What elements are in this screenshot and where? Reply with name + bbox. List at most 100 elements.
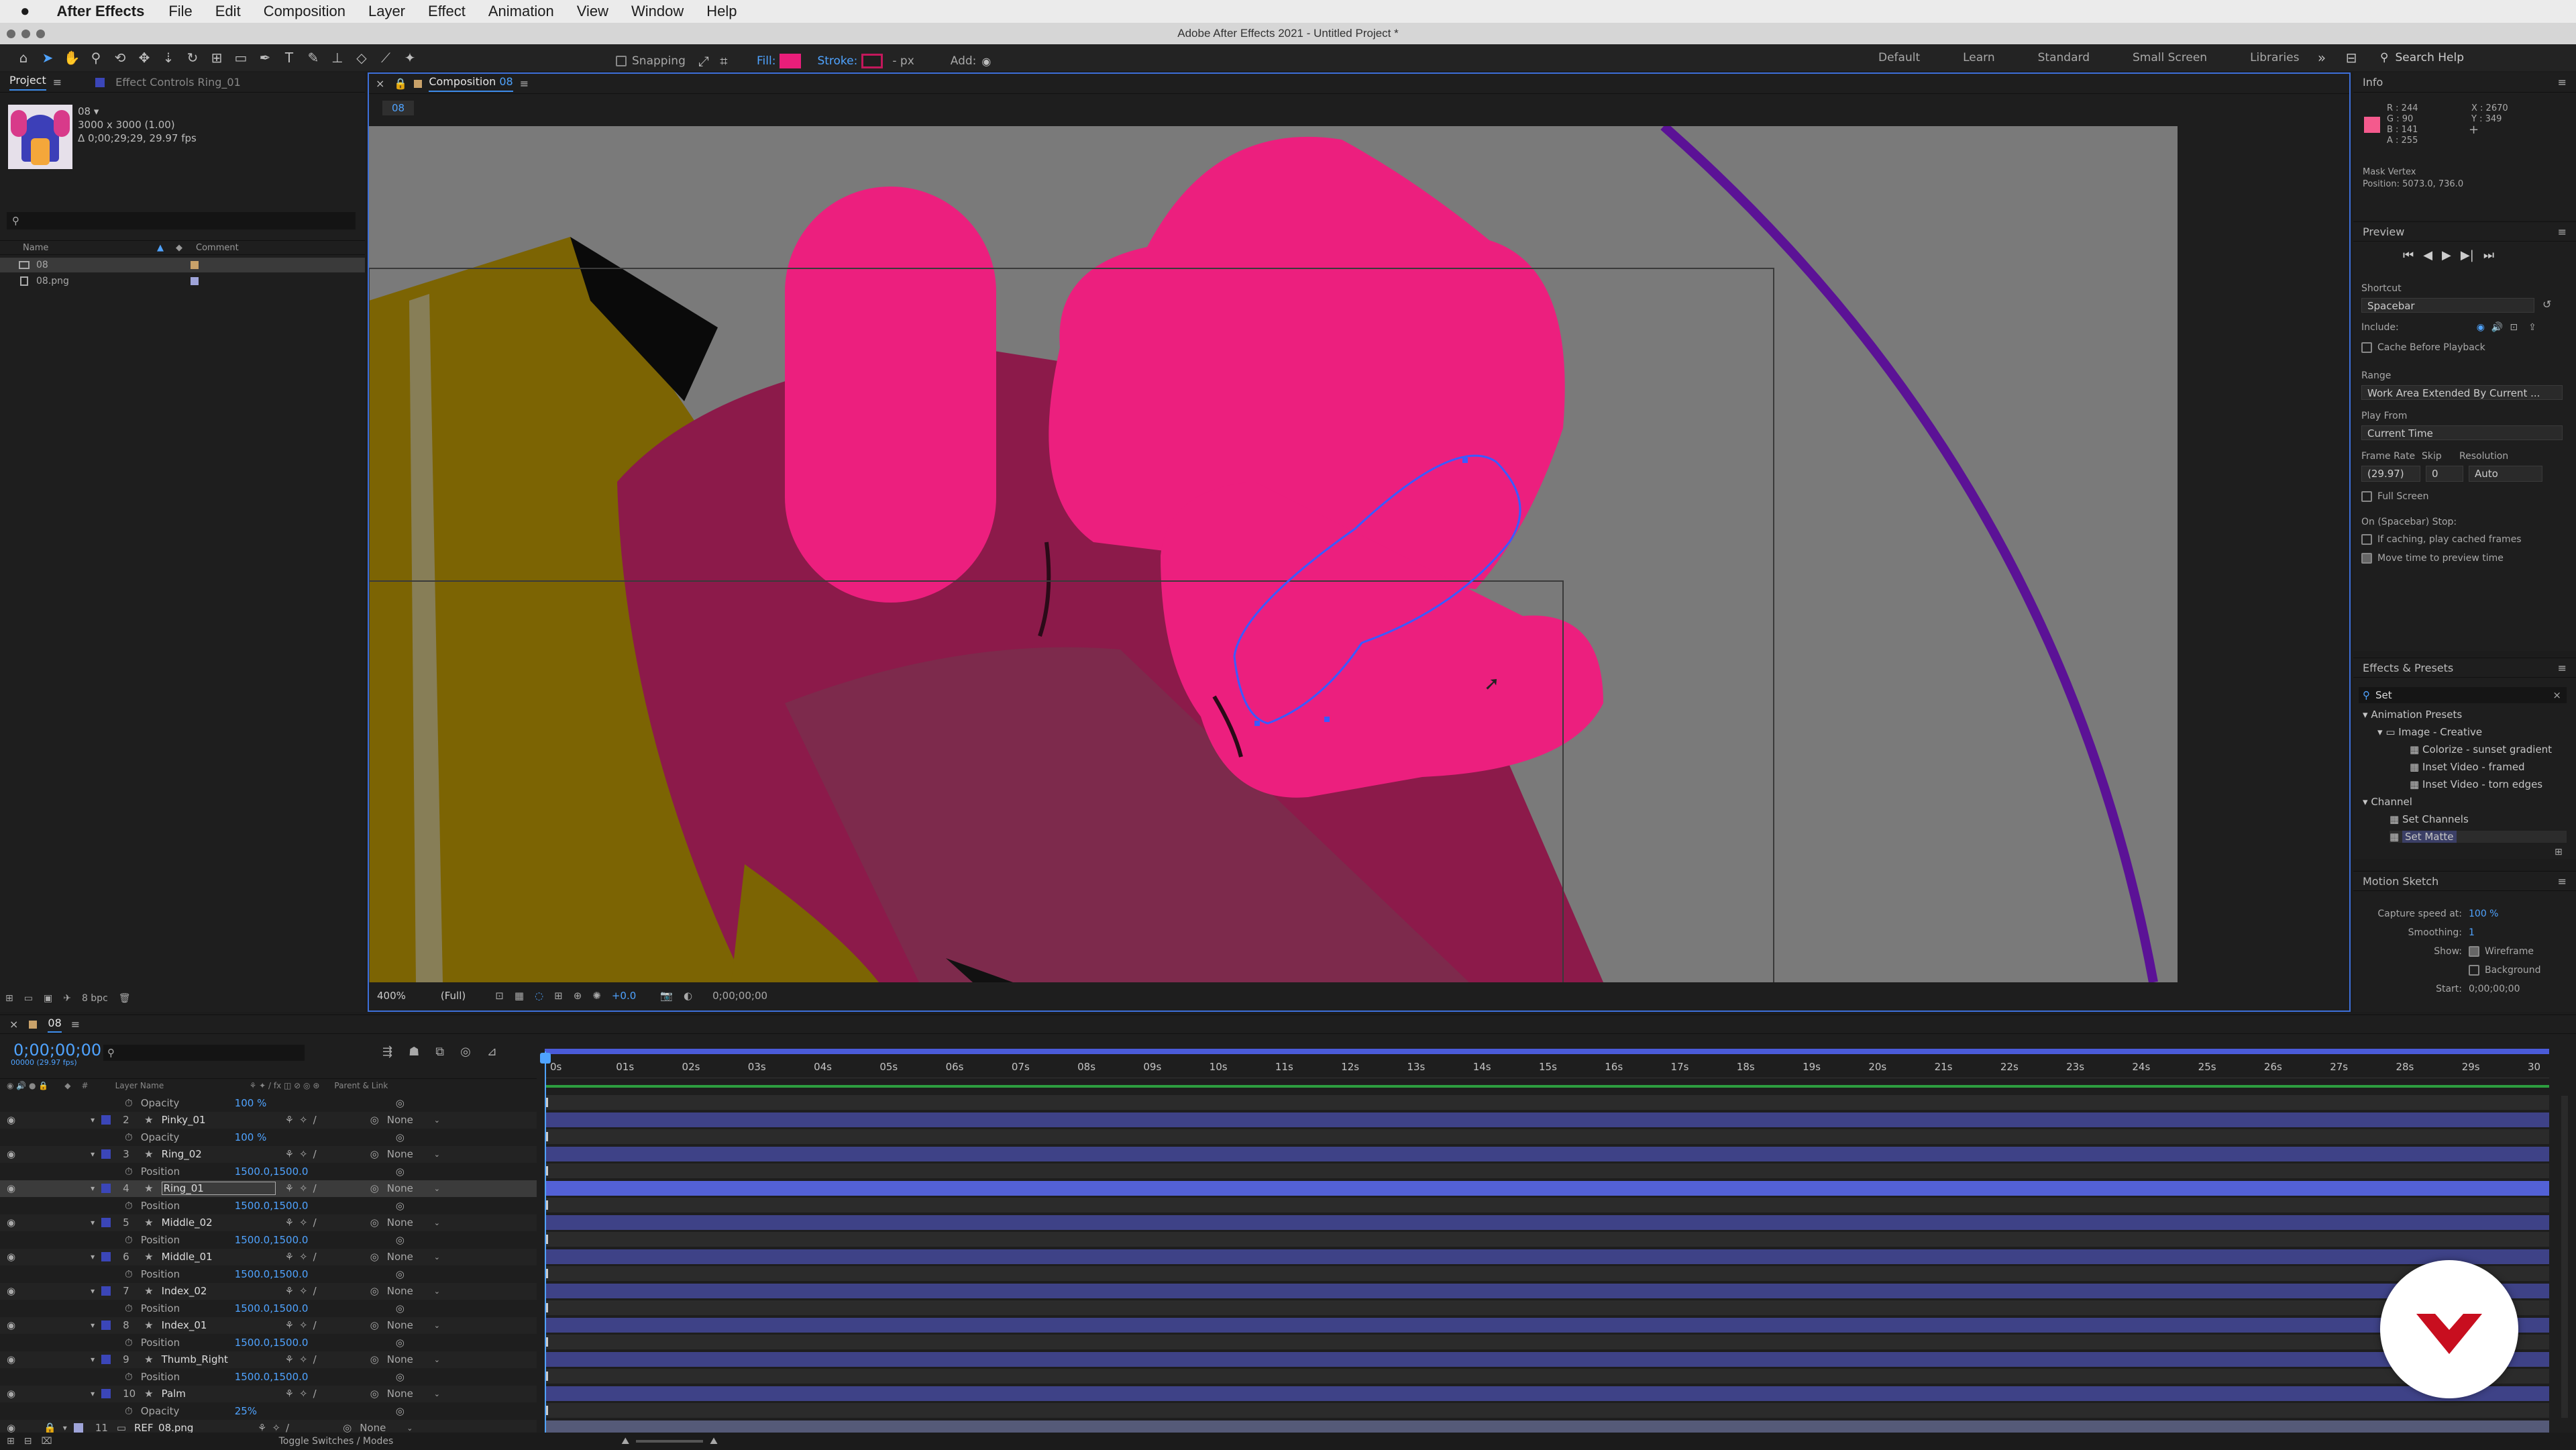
apple-icon[interactable]: ● bbox=[20, 2, 30, 21]
show-snapshot-icon[interactable]: ◐ bbox=[684, 990, 692, 1002]
twirl-arrow-icon[interactable]: ▾ bbox=[63, 1423, 67, 1433]
twirl-arrow-icon[interactable]: ▾ bbox=[91, 1184, 95, 1193]
hide-shy-layers-icon[interactable]: ⧉ bbox=[435, 1045, 444, 1059]
layer-row[interactable]: ◉ ▾ 8 ★ Index_01 ⚘ ✧ / ◎ None ⌄ bbox=[0, 1316, 537, 1334]
transparency-grid-icon[interactable]: ▦ bbox=[515, 990, 524, 1002]
property-row[interactable]: ⏱ Position 1500.0,1500.0 ◎ bbox=[0, 1334, 537, 1351]
effect-group-channel[interactable]: ▾ Channel bbox=[2363, 796, 2412, 808]
playhead[interactable] bbox=[545, 1051, 546, 1437]
new-bin-icon[interactable]: ⊞ bbox=[2555, 847, 2563, 858]
layer-duration-bar[interactable] bbox=[545, 1146, 2549, 1161]
property-value[interactable]: 1500.0,1500.0 bbox=[235, 1234, 369, 1246]
visibility-eye-icon[interactable]: ◉ bbox=[7, 1319, 15, 1331]
pan-behind-tool-icon[interactable]: ⊞ bbox=[207, 48, 227, 68]
menu-composition[interactable]: Composition bbox=[264, 3, 345, 20]
label-color-chip[interactable] bbox=[101, 1184, 111, 1193]
column-comment[interactable]: Comment bbox=[196, 243, 239, 253]
layer-name[interactable]: Index_02 bbox=[162, 1285, 276, 1297]
type-tool-icon[interactable]: T bbox=[279, 48, 299, 68]
stopwatch-icon[interactable]: ⏱ bbox=[125, 1200, 133, 1212]
project-search[interactable]: ⚲ bbox=[7, 212, 356, 229]
menu-animation[interactable]: Animation bbox=[488, 3, 554, 20]
previous-frame-icon[interactable]: ◀ bbox=[2423, 248, 2432, 262]
parent-dropdown[interactable]: None bbox=[387, 1285, 434, 1297]
switch-collapse-icon[interactable]: ✧ bbox=[299, 1114, 308, 1126]
parent-dropdown[interactable]: None bbox=[387, 1148, 434, 1160]
motion-blur-icon[interactable]: ◎ bbox=[460, 1045, 471, 1059]
label-color-chip[interactable] bbox=[73, 1423, 83, 1433]
label-color-chip[interactable] bbox=[101, 1320, 111, 1330]
property-value[interactable]: 1500.0,1500.0 bbox=[235, 1200, 369, 1212]
parent-pickwhip-icon[interactable]: ◎ bbox=[370, 1353, 379, 1365]
toggle-switches-modes[interactable]: Toggle Switches / Modes bbox=[279, 1436, 394, 1447]
zoom-slider[interactable] bbox=[636, 1440, 704, 1443]
rotate-tool-icon[interactable]: ↻ bbox=[182, 48, 203, 68]
orbit-tool-icon[interactable]: ⟲ bbox=[110, 48, 130, 68]
layer-row[interactable]: ◉ ▾ 3 ★ Ring_02 ⚘ ✧ / ◎ None ⌄ bbox=[0, 1145, 537, 1163]
playhead-handle[interactable] bbox=[540, 1053, 551, 1064]
panel-sync-icon[interactable]: ⊟ bbox=[2341, 48, 2361, 68]
move-time-checkbox[interactable] bbox=[2361, 553, 2372, 564]
keyframe-marker[interactable] bbox=[546, 1269, 548, 1278]
visibility-eye-icon[interactable]: ◉ bbox=[7, 1182, 15, 1194]
stopwatch-icon[interactable]: ⏱ bbox=[125, 1166, 133, 1178]
expression-pickwhip-icon[interactable]: ◎ bbox=[396, 1405, 405, 1417]
menu-help[interactable]: Help bbox=[706, 3, 737, 20]
parent-pickwhip-icon[interactable]: ◎ bbox=[370, 1388, 379, 1400]
next-frame-icon[interactable]: ▶| bbox=[2461, 248, 2474, 262]
layer-row[interactable]: ◉ ▾ 9 ★ Thumb_Right ⚘ ✧ / ◎ None ⌄ bbox=[0, 1351, 537, 1368]
tab-composition[interactable]: Composition 08 bbox=[429, 75, 513, 92]
switch-collapse-icon[interactable]: ✧ bbox=[299, 1148, 308, 1160]
switch-quality-icon[interactable]: / bbox=[313, 1285, 317, 1297]
project-row-comp[interactable]: 08 bbox=[0, 258, 365, 272]
switch-shy-icon[interactable]: ⚘ bbox=[285, 1285, 294, 1297]
preset-inset-video-framed[interactable]: ▦ Inset Video - framed bbox=[2410, 761, 2525, 773]
switch-shy-icon[interactable]: ⚘ bbox=[285, 1182, 294, 1194]
layer-row[interactable]: ◉ ▾ 7 ★ Index_02 ⚘ ✧ / ◎ None ⌄ bbox=[0, 1282, 537, 1300]
column-name[interactable]: Name bbox=[23, 243, 170, 253]
eraser-tool-icon[interactable]: ◇ bbox=[352, 48, 372, 68]
channel-icon[interactable]: ⊕ bbox=[574, 990, 582, 1002]
zoom-out-icon[interactable]: ⛰ bbox=[621, 1436, 629, 1447]
switch-quality-icon[interactable]: / bbox=[313, 1388, 317, 1400]
layer-name-column[interactable]: Layer Name bbox=[115, 1081, 250, 1090]
property-value[interactable]: 1500.0,1500.0 bbox=[235, 1337, 369, 1349]
layer-switches-icon[interactable]: ⊞ bbox=[7, 1436, 15, 1447]
parent-pickwhip-icon[interactable]: ◎ bbox=[370, 1182, 379, 1194]
keyframe-marker[interactable] bbox=[546, 1200, 548, 1210]
keyframe-marker[interactable] bbox=[546, 1166, 548, 1176]
switch-collapse-icon[interactable]: ✧ bbox=[299, 1285, 308, 1297]
layer-name[interactable]: Palm bbox=[162, 1388, 276, 1400]
stopwatch-icon[interactable]: ⏱ bbox=[125, 1234, 133, 1246]
switch-shy-icon[interactable]: ⚘ bbox=[285, 1353, 294, 1365]
keyframe-marker[interactable] bbox=[546, 1132, 548, 1141]
parent-dropdown[interactable]: None bbox=[387, 1319, 434, 1331]
keyframe-marker[interactable] bbox=[546, 1235, 548, 1244]
stopwatch-icon[interactable]: ⏱ bbox=[125, 1131, 133, 1143]
property-value[interactable]: 25% bbox=[235, 1405, 369, 1417]
stroke-swatch[interactable] bbox=[861, 54, 883, 68]
switch-collapse-icon[interactable]: ✧ bbox=[299, 1182, 308, 1194]
workspace-small-screen[interactable]: Small Screen bbox=[2133, 51, 2207, 64]
reset-icon[interactable]: ↺ bbox=[2542, 298, 2551, 311]
snapshot-icon[interactable]: 📷 bbox=[660, 990, 673, 1002]
expression-pickwhip-icon[interactable]: ◎ bbox=[396, 1200, 405, 1212]
panel-menu-icon[interactable]: ≡ bbox=[2558, 875, 2567, 888]
expression-pickwhip-icon[interactable]: ◎ bbox=[396, 1131, 405, 1143]
shortcut-dropdown[interactable]: Spacebar bbox=[2361, 298, 2534, 313]
close-tab-icon[interactable]: × bbox=[376, 77, 384, 90]
parent-link-column[interactable]: Parent & Link bbox=[334, 1081, 388, 1090]
switch-quality-icon[interactable]: / bbox=[313, 1319, 317, 1331]
pen-tool-icon[interactable]: ✒ bbox=[255, 48, 275, 68]
preset-folder-image-creative[interactable]: ▾ ▭ Image - Creative bbox=[2377, 726, 2482, 738]
switch-shy-icon[interactable]: ⚘ bbox=[285, 1114, 294, 1126]
switch-shy-icon[interactable]: ⚘ bbox=[285, 1148, 294, 1160]
full-screen-checkbox[interactable] bbox=[2361, 491, 2372, 502]
layer-name[interactable]: Ring_02 bbox=[162, 1148, 276, 1160]
composition-mini-flowchart-icon[interactable]: ⇶ bbox=[382, 1045, 392, 1059]
stopwatch-icon[interactable]: ⏱ bbox=[125, 1405, 133, 1417]
panel-menu-icon[interactable]: ≡ bbox=[71, 1018, 80, 1031]
transfer-controls-icon[interactable]: ⊟ bbox=[24, 1436, 32, 1447]
selection-tool-icon[interactable]: ➤ bbox=[38, 48, 58, 68]
property-row[interactable]: ⏱ Position 1500.0,1500.0 ◎ bbox=[0, 1231, 537, 1248]
